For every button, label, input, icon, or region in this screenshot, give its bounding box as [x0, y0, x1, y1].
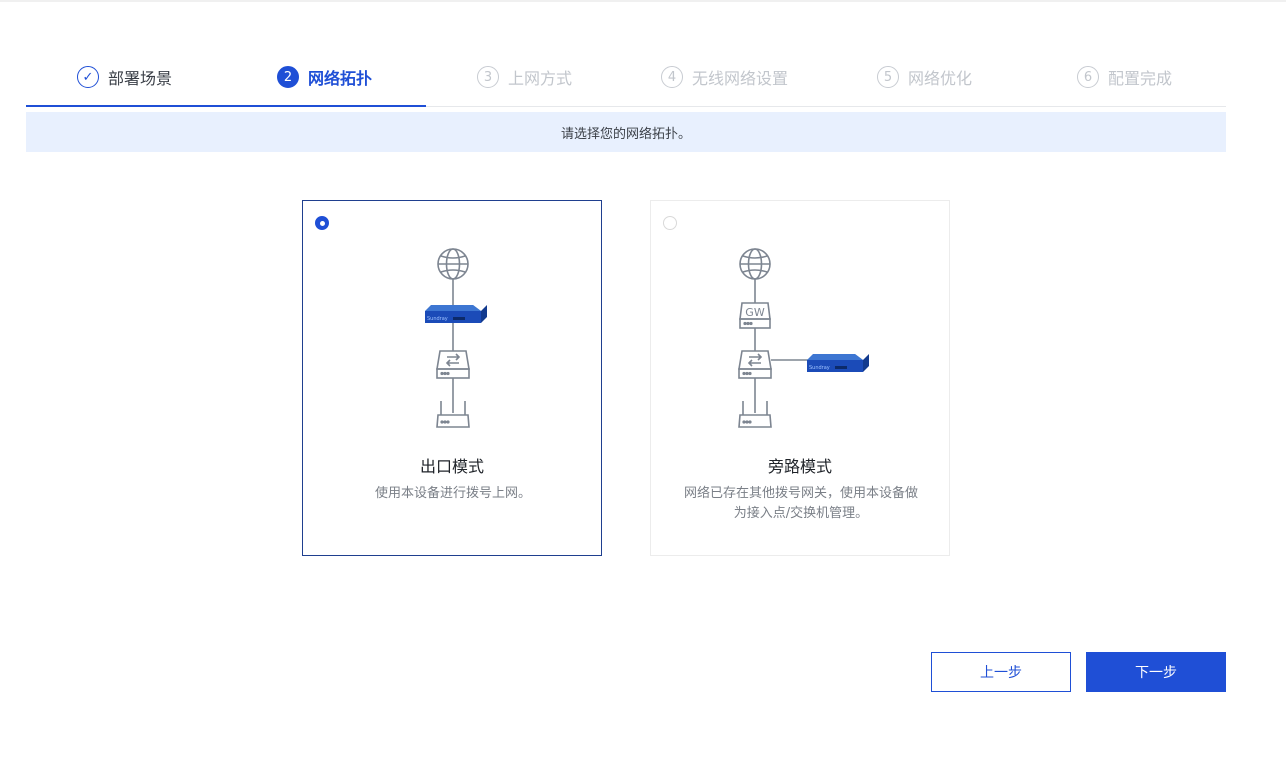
top-divider: [0, 0, 1286, 2]
step-number: 6: [1077, 66, 1099, 88]
step-label: 无线网络设置: [692, 69, 789, 88]
setup-steps: ✓ 部署场景 2 网络拓扑 3 上网方式 4 无线网络设置 5 网络优化 6 配…: [26, 56, 1226, 107]
globe-icon: [739, 248, 771, 280]
switch-icon: [436, 350, 470, 379]
radio-button[interactable]: [663, 216, 677, 230]
step-internet-method[interactable]: 3 上网方式: [477, 65, 572, 89]
svg-text:Sundray: Sundray: [809, 365, 830, 371]
step-label: 部署场景: [108, 69, 173, 88]
step-label: 网络优化: [908, 69, 973, 88]
radio-button-selected[interactable]: [315, 216, 329, 230]
bypass-topology-diagram: GW Sundray: [738, 248, 869, 428]
step-number: 4: [661, 66, 683, 88]
step-network-topology[interactable]: 2 网络拓扑: [277, 65, 372, 89]
step-deployment-scene[interactable]: ✓ 部署场景: [77, 65, 172, 89]
step-label: 上网方式: [508, 69, 573, 88]
egress-topology-diagram: Sundray: [425, 248, 487, 428]
next-step-button[interactable]: 下一步: [1086, 652, 1226, 692]
bypass-device-icon: Sundray: [807, 354, 869, 372]
step-label: 配置完成: [1108, 69, 1173, 88]
globe-icon: [437, 248, 469, 280]
step-number: 2: [277, 66, 299, 88]
step-number: 3: [477, 66, 499, 88]
option-title: 出口模式: [419, 457, 484, 476]
step-number: 5: [877, 66, 899, 88]
step-network-optimization[interactable]: 5 网络优化: [877, 65, 972, 89]
option-title: 旁路模式: [767, 457, 832, 476]
gateway-device-icon: Sundray: [425, 305, 487, 323]
option-bypass-mode[interactable]: GW Sundray 旁路模式 网络已存在其他拨号网关，使用本设备做为接入点/交…: [650, 200, 950, 556]
switch-icon: [738, 350, 772, 379]
option-egress-mode[interactable]: Sundray 出口模式 使用本设备进行拨号上网。: [302, 200, 602, 556]
step-config-complete[interactable]: 6 配置完成: [1077, 65, 1172, 89]
step-wireless-settings[interactable]: 4 无线网络设置: [661, 65, 788, 89]
option-description: 网络已存在其他拨号网关，使用本设备做为接入点/交换机管理。: [683, 486, 918, 521]
instruction-banner: 请选择您的网络拓扑。: [26, 112, 1226, 152]
gateway-label: GW: [745, 306, 765, 319]
option-description: 使用本设备进行拨号上网。: [374, 486, 531, 501]
svg-text:Sundray: Sundray: [427, 316, 448, 322]
check-icon: ✓: [77, 66, 99, 88]
previous-step-button[interactable]: 上一步: [931, 652, 1071, 692]
step-label: 网络拓扑: [308, 69, 373, 88]
step-progress-bar: [26, 105, 426, 107]
